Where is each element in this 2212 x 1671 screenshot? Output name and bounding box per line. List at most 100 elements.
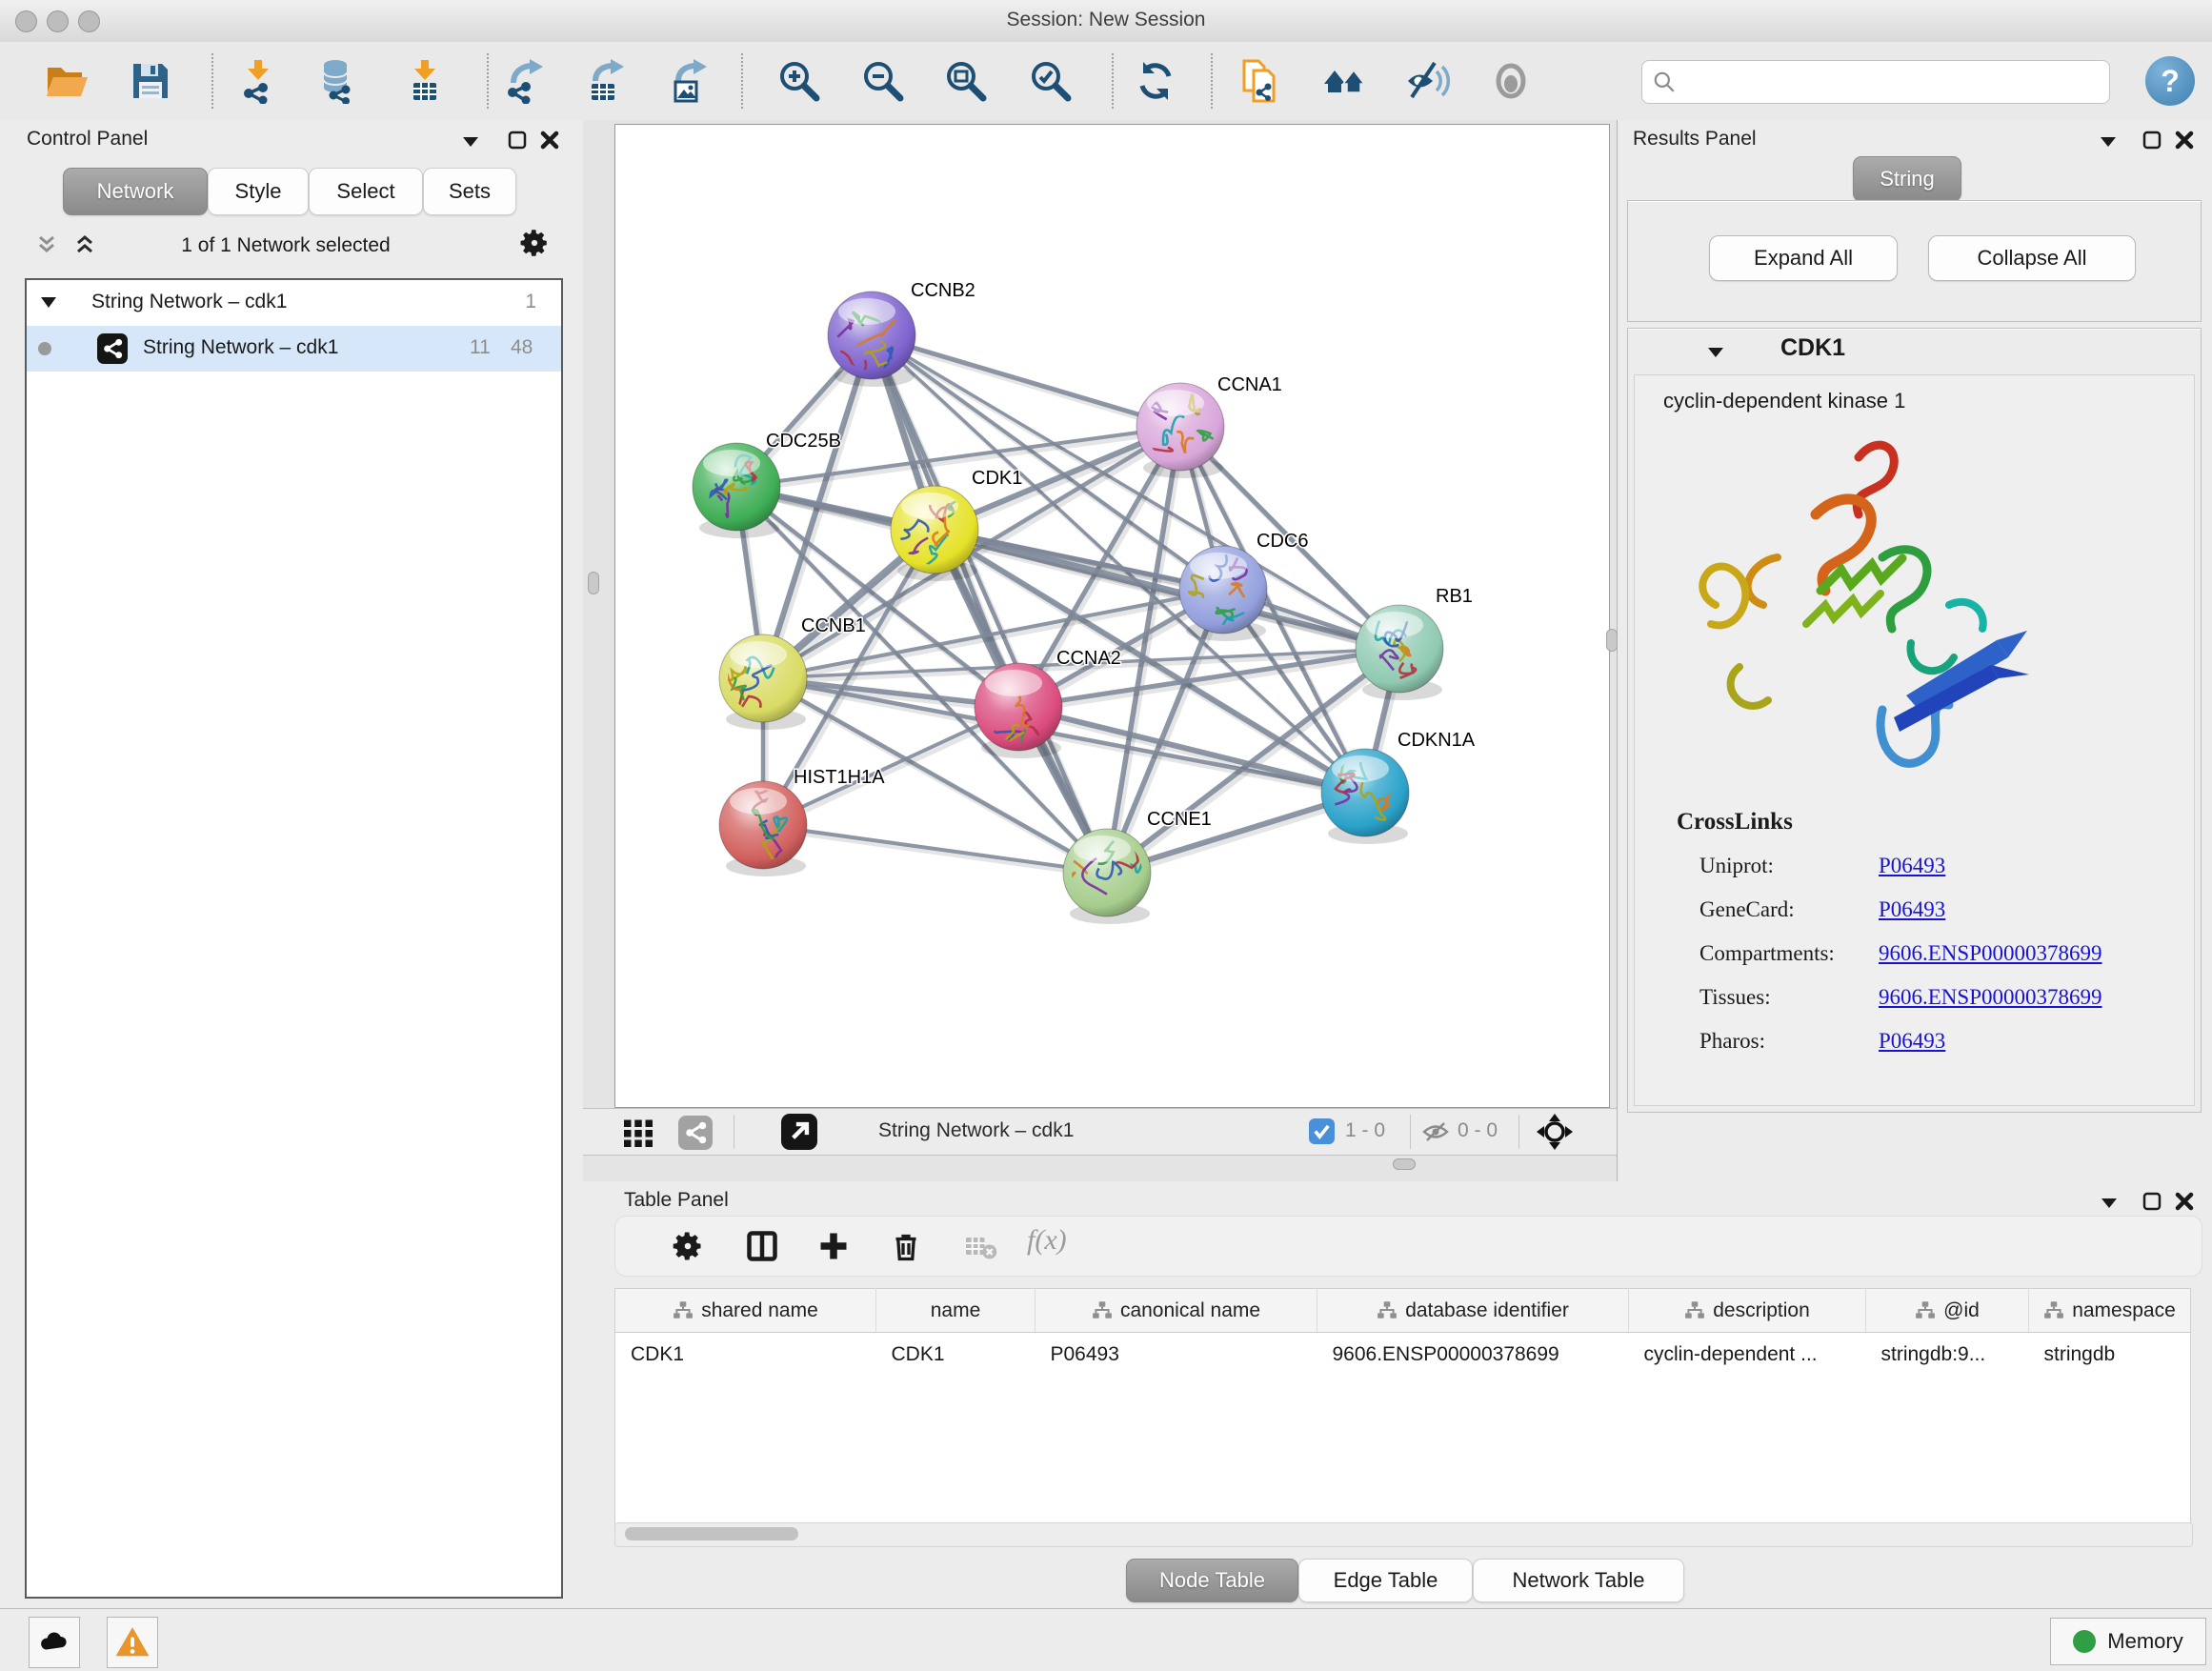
panel-float-icon[interactable] bbox=[2099, 135, 2118, 149]
network-name: String Network – cdk1 bbox=[143, 336, 338, 359]
network-options-gear-icon[interactable] bbox=[518, 227, 551, 259]
cloud-status-button[interactable] bbox=[29, 1617, 80, 1668]
panel-float-icon[interactable] bbox=[461, 135, 480, 149]
node-table: shared name name canonical name database… bbox=[614, 1288, 2191, 1529]
export-table-icon[interactable] bbox=[584, 58, 630, 104]
zoom-in-icon[interactable] bbox=[775, 58, 821, 104]
panel-maximize-icon[interactable] bbox=[2142, 1191, 2162, 1212]
expand-all-networks-icon[interactable] bbox=[34, 232, 59, 257]
table-panel: Table Panel f(x) shared name name canoni… bbox=[583, 1181, 2212, 1608]
column-header[interactable]: @id bbox=[1866, 1289, 2029, 1333]
crosslink-compartments-link[interactable]: 9606.ENSP00000378699 bbox=[1879, 941, 2102, 966]
tab-node-table[interactable]: Node Table bbox=[1126, 1559, 1298, 1602]
zoom-out-icon[interactable] bbox=[859, 58, 905, 104]
panel-close-icon[interactable] bbox=[2174, 130, 2195, 151]
help-icon[interactable]: ? bbox=[2145, 56, 2195, 106]
table-splitter-handle[interactable] bbox=[1393, 1158, 1416, 1170]
function-builder-icon[interactable]: f(x) bbox=[1027, 1224, 1067, 1257]
network-collection-row[interactable]: String Network – cdk1 1 bbox=[27, 280, 561, 326]
tab-string-results[interactable]: String bbox=[1853, 156, 1961, 202]
network-view-panel: CCNB2CCNA1CDC25BCDK1CDC6RB1CCNB1CCNA2CDK… bbox=[583, 120, 1617, 1181]
column-header[interactable]: description bbox=[1629, 1289, 1866, 1333]
show-columns-icon[interactable] bbox=[745, 1229, 779, 1263]
svg-text:CDC25B: CDC25B bbox=[766, 431, 841, 452]
import-network-database-icon[interactable] bbox=[315, 58, 361, 104]
toolbar-separator bbox=[487, 53, 489, 109]
table-row[interactable]: CDK1 CDK1 P06493 9606.ENSP00000378699 cy… bbox=[615, 1333, 2191, 1377]
collapse-all-networks-icon[interactable] bbox=[72, 232, 97, 257]
results-panel-title: Results Panel bbox=[1633, 128, 1757, 151]
column-header[interactable]: shared name bbox=[615, 1289, 876, 1333]
delete-column-icon[interactable] bbox=[889, 1229, 923, 1263]
scrollbar-thumb[interactable] bbox=[625, 1527, 798, 1540]
export-image-icon[interactable] bbox=[667, 58, 713, 104]
cytoscape-window: Session: New Session bbox=[0, 0, 2212, 1671]
control-panel: Control Panel Network Style Select Sets … bbox=[0, 120, 584, 1608]
svg-text:CCNE1: CCNE1 bbox=[1147, 809, 1212, 830]
export-network-icon[interactable] bbox=[502, 58, 548, 104]
memory-button[interactable]: Memory bbox=[2050, 1618, 2206, 1665]
save-session-icon[interactable] bbox=[128, 58, 173, 104]
crosslink-tissues-link[interactable]: 9606.ENSP00000378699 bbox=[1879, 985, 2102, 1010]
tab-style[interactable]: Style bbox=[208, 168, 309, 215]
tab-network[interactable]: Network bbox=[63, 168, 208, 215]
tab-sets[interactable]: Sets bbox=[423, 168, 516, 215]
expand-all-button[interactable]: Expand All bbox=[1709, 235, 1898, 281]
selected-nodes-checkbox[interactable] bbox=[1309, 1118, 1335, 1144]
zoom-fit-icon[interactable] bbox=[942, 58, 988, 104]
show-hide-icon[interactable] bbox=[1405, 58, 1451, 104]
zoom-selected-icon[interactable] bbox=[1027, 58, 1073, 104]
detach-view-icon[interactable] bbox=[781, 1114, 817, 1150]
tab-select[interactable]: Select bbox=[309, 168, 423, 215]
column-header[interactable]: database identifier bbox=[1317, 1289, 1629, 1333]
right-splitter-handle[interactable] bbox=[1606, 629, 1618, 652]
string-home-icon[interactable] bbox=[1321, 58, 1367, 104]
search-input[interactable] bbox=[1684, 65, 2098, 97]
network-graph[interactable]: CCNB2CCNA1CDC25BCDK1CDC6RB1CCNB1CCNA2CDK… bbox=[615, 125, 1609, 1107]
panel-maximize-icon[interactable] bbox=[2142, 130, 2162, 151]
warnings-button[interactable] bbox=[107, 1617, 158, 1668]
cloud-icon bbox=[37, 1625, 71, 1660]
delete-table-icon[interactable] bbox=[963, 1229, 997, 1263]
crosslink-uniprot-link[interactable]: P06493 bbox=[1879, 854, 1945, 878]
table-toolbar: f(x) bbox=[614, 1216, 2202, 1277]
table-horizontal-scrollbar[interactable] bbox=[614, 1522, 2193, 1547]
collection-expander-icon[interactable] bbox=[40, 295, 57, 309]
open-session-icon[interactable] bbox=[44, 58, 90, 104]
column-header[interactable]: namespace bbox=[2029, 1289, 2191, 1333]
import-table-file-icon[interactable] bbox=[402, 58, 448, 104]
protein-section-expander-icon[interactable] bbox=[1706, 346, 1725, 359]
panel-maximize-icon[interactable] bbox=[507, 130, 528, 151]
collection-name: String Network – cdk1 bbox=[91, 291, 287, 313]
create-column-icon[interactable] bbox=[816, 1229, 851, 1263]
hidden-counts: 0 - 0 bbox=[1458, 1119, 1498, 1142]
column-header[interactable]: name bbox=[876, 1289, 1036, 1333]
grid-view-icon[interactable] bbox=[621, 1116, 655, 1150]
network-overview-icon[interactable] bbox=[678, 1116, 713, 1150]
tab-edge-table[interactable]: Edge Table bbox=[1298, 1559, 1473, 1602]
crosslink-genecard-link[interactable]: P06493 bbox=[1879, 897, 1945, 922]
column-header[interactable]: canonical name bbox=[1036, 1289, 1317, 1333]
import-network-file-icon[interactable] bbox=[235, 58, 281, 104]
network-canvas[interactable]: CCNB2CCNA1CDC25BCDK1CDC6RB1CCNB1CCNA2CDK… bbox=[614, 124, 1610, 1108]
title-bar: Session: New Session bbox=[0, 0, 2212, 43]
panel-close-icon[interactable] bbox=[539, 130, 560, 151]
network-edge-count: 48 bbox=[511, 336, 533, 359]
birdseye-toggle-icon[interactable] bbox=[1536, 1113, 1574, 1151]
preview-eye-icon[interactable] bbox=[1488, 58, 1534, 104]
collapse-all-button[interactable]: Collapse All bbox=[1928, 235, 2136, 281]
tab-network-table[interactable]: Network Table bbox=[1473, 1559, 1684, 1602]
shared-column-icon bbox=[1915, 1299, 1936, 1320]
crosslink-pharos-link[interactable]: P06493 bbox=[1879, 1029, 1945, 1054]
protein-description: cyclin-dependent kinase 1 bbox=[1663, 389, 1905, 413]
network-row[interactable]: String Network – cdk1 11 48 bbox=[27, 326, 561, 372]
control-panel-title: Control Panel bbox=[27, 128, 148, 151]
copy-network-icon[interactable] bbox=[1237, 58, 1282, 104]
search-icon bbox=[1652, 70, 1677, 94]
left-splitter-handle[interactable] bbox=[588, 572, 599, 594]
table-options-gear-icon[interactable] bbox=[671, 1229, 705, 1263]
panel-float-icon[interactable] bbox=[2100, 1197, 2119, 1210]
crosslink-label: GeneCard: bbox=[1699, 897, 1795, 922]
panel-close-icon[interactable] bbox=[2174, 1191, 2195, 1212]
refresh-icon[interactable] bbox=[1133, 58, 1178, 104]
